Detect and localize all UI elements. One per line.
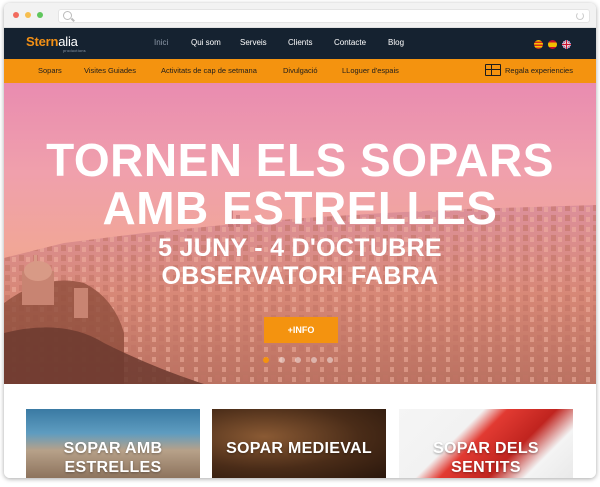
uk-flag-icon[interactable] (562, 40, 571, 49)
browser-toolbar (4, 3, 596, 28)
address-bar[interactable] (58, 9, 590, 23)
slider-dot[interactable] (295, 357, 301, 363)
minimize-window-dot[interactable] (25, 12, 31, 18)
nav-item-qui-som[interactable]: Qui som (191, 38, 221, 47)
nav-item-inici[interactable]: Inici (154, 38, 168, 47)
card-sopar-estrelles[interactable]: SOPAR AMB ESTRELLES (26, 409, 200, 478)
hero-title-line1: TORNEN ELS SOPARS (46, 134, 554, 186)
brand-name-part2: alia (58, 34, 78, 49)
gift-experiences-link[interactable]: Regala experiencies (505, 66, 573, 75)
close-window-dot[interactable] (13, 12, 19, 18)
reload-icon[interactable] (576, 12, 584, 20)
subnav-item-divulgacio[interactable]: Divulgació (283, 66, 318, 75)
subnav-item-sopars[interactable]: Sopars (38, 66, 62, 75)
more-info-button[interactable]: +INFO (264, 317, 338, 343)
experience-cards: SOPAR AMB ESTRELLES SOPAR MEDIEVAL SOPAR… (4, 384, 596, 478)
slider-dot[interactable] (263, 357, 269, 363)
hero-banner: TORNEN ELS SOPARS AMB ESTRELLES 5 JUNY -… (4, 83, 596, 384)
subnav-item-activitats[interactable]: Activitats de cap de setmana (161, 66, 257, 75)
card-title-line1: SOPAR DELS (433, 440, 539, 457)
card-title-line1: SOPAR MEDIEVAL (226, 440, 372, 457)
catalan-flag-icon[interactable] (534, 40, 543, 49)
card-title-line2: ESTRELLES (64, 459, 162, 476)
card-sopar-sentits[interactable]: SOPAR DELS SENTITS (399, 409, 573, 478)
brand-tagline: productions (63, 48, 86, 53)
subnav-item-lloguer[interactable]: LLoguer d'espais (342, 66, 399, 75)
hero-subtitle-line1: 5 JUNY - 4 D'OCTUBRE (158, 234, 442, 262)
slider-pagination (263, 357, 343, 365)
search-icon (63, 11, 72, 20)
browser-window: Sternalia productions Inici Qui som Serv… (4, 3, 596, 478)
spanish-flag-icon[interactable] (548, 40, 557, 49)
card-title-line2: SENTITS (451, 459, 521, 476)
slider-dot[interactable] (279, 357, 285, 363)
brand-logo[interactable]: Sternalia (26, 34, 78, 49)
slider-dot[interactable] (311, 357, 317, 363)
nav-item-serveis[interactable]: Serveis (240, 38, 267, 47)
nav-item-contacte[interactable]: Contacte (334, 38, 366, 47)
top-navigation: Sternalia productions Inici Qui som Serv… (4, 28, 596, 59)
secondary-navigation: Sopars Visites Guiades Activitats de cap… (4, 59, 596, 83)
nav-item-blog[interactable]: Blog (388, 38, 404, 47)
hero-subtitle-line2: OBSERVATORI FABRA (161, 262, 439, 290)
card-sopar-medieval[interactable]: SOPAR MEDIEVAL (212, 409, 386, 478)
slider-dot[interactable] (327, 357, 333, 363)
brand-name-part1: Stern (26, 34, 59, 49)
hero-title-line2: AMB ESTRELLES (102, 182, 498, 234)
nav-item-clients[interactable]: Clients (288, 38, 312, 47)
subnav-item-visites-guiades[interactable]: Visites Guiades (84, 66, 136, 75)
gift-icon[interactable] (485, 64, 501, 76)
card-title-line1: SOPAR AMB (63, 440, 163, 457)
maximize-window-dot[interactable] (37, 12, 43, 18)
